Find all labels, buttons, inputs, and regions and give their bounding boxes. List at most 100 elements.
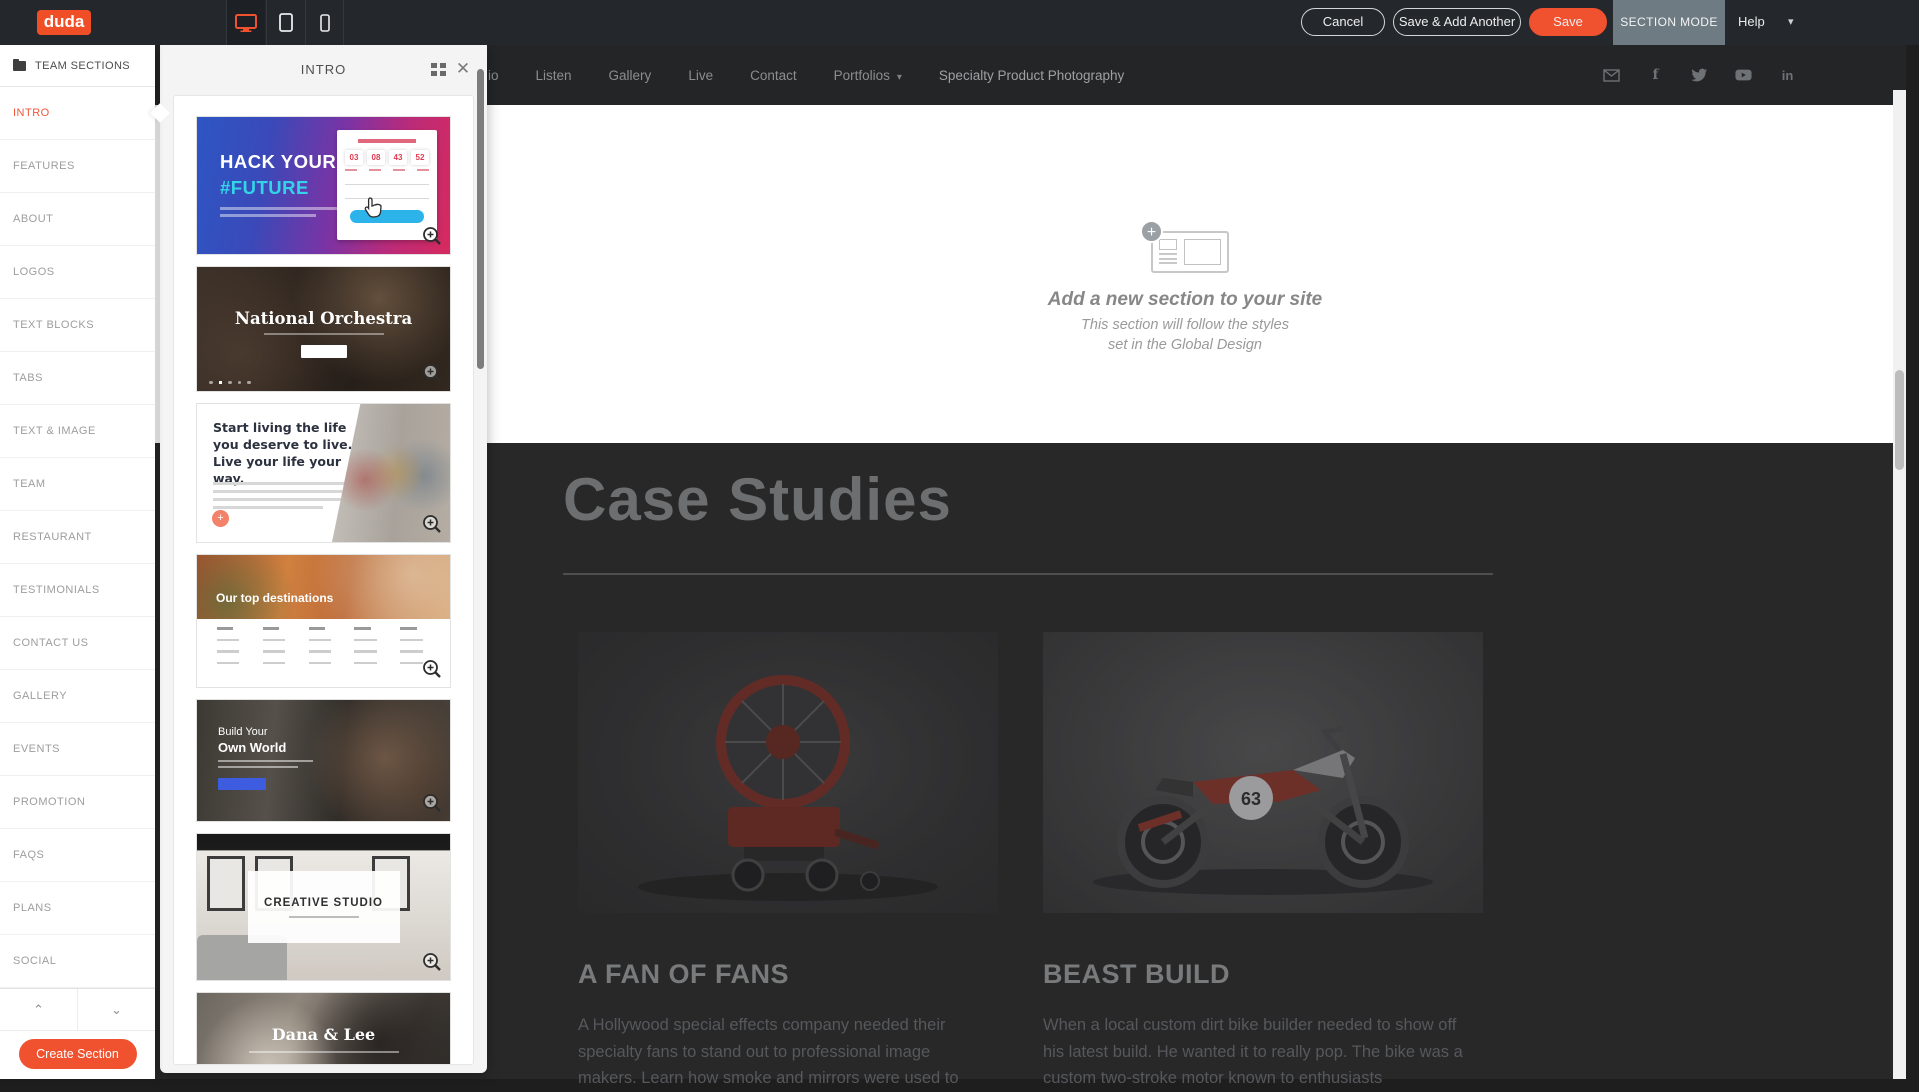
sidebar-item-tabs[interactable]: TABS — [0, 352, 155, 405]
sidebar-item-logos[interactable]: LOGOS — [0, 246, 155, 299]
facebook-icon[interactable]: f — [1647, 67, 1664, 84]
plus-icon: + — [1140, 220, 1163, 243]
layout-grid-icon[interactable] — [431, 63, 447, 76]
thumb-title: Build Your — [218, 726, 268, 738]
sidebar-item-plans[interactable]: PLANS — [0, 882, 155, 935]
placeholder-line2: set in the Global Design — [985, 336, 1385, 356]
sidebar-item-text-image[interactable]: TEXT & IMAGE — [0, 405, 155, 458]
template-thumb-dana-and-lee[interactable]: Dana & Lee ▼ — [197, 993, 450, 1065]
sidebar-item-contact-us[interactable]: CONTACT US — [0, 617, 155, 670]
save-button[interactable]: Save — [1529, 8, 1607, 36]
canvas-scrollbar-thumb[interactable] — [1895, 370, 1904, 470]
nav-item-live[interactable]: Live — [688, 68, 713, 83]
placeholder-title: Add a new section to your site — [985, 289, 1385, 311]
intro-templates-panel: INTRO ✕ HACK YOUR #FUTURE 03 08 43 52 — [160, 45, 487, 1073]
template-thumb-hack-your-future[interactable]: HACK YOUR #FUTURE 03 08 43 52 — [197, 117, 450, 254]
sidebar-item-features[interactable]: FEATURES — [0, 140, 155, 193]
sidebar-item-about[interactable]: ABOUT — [0, 193, 155, 246]
nav-item-portfolios[interactable]: Portfolios▾ — [834, 68, 902, 83]
save-and-add-another-button[interactable]: Save & Add Another — [1393, 8, 1521, 36]
thumb-title2: #FUTURE — [220, 177, 309, 199]
sidebar-footer: ⌃ ⌄ Create Section — [0, 988, 155, 1079]
scroll-down-button[interactable]: ⌄ — [78, 989, 155, 1030]
twitter-icon[interactable] — [1691, 67, 1708, 84]
sidebar-item-team[interactable]: TEAM — [0, 458, 155, 511]
site-nav-items: io Listen Gallery Live Contact Portfolio… — [488, 45, 1124, 105]
zoom-in-icon[interactable] — [421, 362, 443, 384]
case-body: A Hollywood special effects company need… — [578, 1012, 978, 1092]
template-thumb-top-destinations[interactable]: Our top destinations — [197, 555, 450, 687]
nav-item-contact[interactable]: Contact — [750, 68, 797, 83]
sidebar-item-intro[interactable]: INTRO — [0, 87, 155, 140]
linkedin-icon[interactable]: in — [1779, 67, 1796, 84]
chevron-up-icon: ⌃ — [33, 1002, 44, 1018]
create-section-button[interactable]: Create Section — [19, 1039, 137, 1069]
zoom-in-icon[interactable] — [421, 951, 443, 973]
email-icon[interactable] — [1603, 67, 1620, 84]
plus-badge: + — [212, 510, 229, 527]
scroll-up-button[interactable]: ⌃ — [0, 989, 78, 1030]
thumb-title: Our top destinations — [216, 591, 333, 605]
sidebar-item-gallery[interactable]: GALLERY — [0, 670, 155, 723]
device-mobile-button[interactable] — [305, 0, 344, 45]
cancel-button[interactable]: Cancel — [1301, 8, 1385, 36]
duda-logo: duda — [37, 10, 91, 35]
nav-item-partial[interactable]: io — [488, 68, 499, 83]
add-section-placeholder[interactable]: + Add a new section to your site This se… — [985, 223, 1385, 355]
nav-item-gallery[interactable]: Gallery — [609, 68, 652, 83]
countdown-box: 03 — [345, 150, 363, 165]
sidebar-item-social[interactable]: SOCIAL — [0, 935, 155, 988]
chevron-down-icon: ⌄ — [111, 1002, 122, 1018]
heading-divider — [563, 573, 1493, 575]
chevron-down-icon[interactable]: ▾ — [1788, 15, 1794, 28]
countdown-form: 03 08 43 52 — [337, 130, 437, 240]
sidebar-header: TEAM SECTIONS — [0, 45, 155, 87]
template-thumb-build-your-own-world[interactable]: Build Your Own World — [197, 700, 450, 821]
editor-topbar: duda Cancel Save & Add Another Save SECT… — [0, 0, 1919, 45]
carousel-dots — [209, 381, 251, 385]
panel-scrollbar-thumb[interactable] — [477, 69, 484, 369]
links-table — [217, 627, 430, 664]
zoom-in-icon[interactable] — [421, 225, 443, 247]
desktop-icon — [235, 14, 257, 32]
sidebar-item-testimonials[interactable]: TESTIMONIALS — [0, 564, 155, 617]
section-layout-icon: + — [1141, 223, 1229, 271]
site-social-icons: f in — [1603, 45, 1796, 105]
nav-item-listen[interactable]: Listen — [536, 68, 572, 83]
section-mode-button[interactable]: SECTION MODE — [1613, 0, 1725, 45]
mouse-cursor — [363, 196, 383, 225]
device-desktop-button[interactable] — [226, 0, 265, 45]
chevron-down-icon: ▾ — [897, 72, 902, 83]
help-button[interactable]: Help — [1738, 14, 1765, 29]
panel-header: INTRO ✕ — [160, 45, 487, 95]
thumb-title: National Orchestra — [197, 309, 450, 328]
svg-text:63: 63 — [1241, 789, 1261, 809]
device-tablet-button[interactable] — [266, 0, 305, 45]
fan-photo — [578, 632, 998, 913]
sidebar-item-text-blocks[interactable]: TEXT BLOCKS — [0, 299, 155, 352]
template-thumb-national-orchestra[interactable]: National Orchestra — [197, 267, 450, 391]
sidebar-item-faqs[interactable]: FAQS — [0, 829, 155, 882]
thumb-button — [301, 345, 347, 358]
case-card-fan: A FAN OF FANS A Hollywood special effect… — [578, 632, 998, 1092]
youtube-icon[interactable] — [1735, 67, 1752, 84]
sidebar-item-promotion[interactable]: PROMOTION — [0, 776, 155, 829]
heart-icon: ▼ — [319, 1063, 328, 1065]
zoom-in-icon[interactable] — [421, 513, 443, 535]
zoom-in-icon[interactable] — [421, 658, 443, 680]
template-thumb-start-living[interactable]: Start living the life you deserve to liv… — [197, 404, 450, 542]
close-icon[interactable]: ✕ — [452, 58, 474, 80]
case-title: BEAST BUILD — [1043, 959, 1483, 990]
sidebar-header-label: TEAM SECTIONS — [35, 60, 130, 72]
nav-item-specialty[interactable]: Specialty Product Photography — [939, 68, 1124, 83]
sidebar-item-restaurant[interactable]: RESTAURANT — [0, 511, 155, 564]
template-thumb-creative-studio[interactable]: CREATIVE STUDIO — [197, 834, 450, 980]
case-card-bike: 63 BEAST BUILD When a local custom dirt … — [1043, 632, 1483, 1092]
thumb-title: HACK YOUR — [220, 151, 336, 173]
zoom-in-icon[interactable] — [421, 792, 443, 814]
thumb-photo — [197, 555, 450, 619]
sidebar-item-events[interactable]: EVENTS — [0, 723, 155, 776]
canvas-scrollbar[interactable] — [1893, 90, 1906, 1079]
template-thumbnail-list: HACK YOUR #FUTURE 03 08 43 52 Na — [173, 95, 474, 1065]
thumb-button — [218, 778, 266, 790]
